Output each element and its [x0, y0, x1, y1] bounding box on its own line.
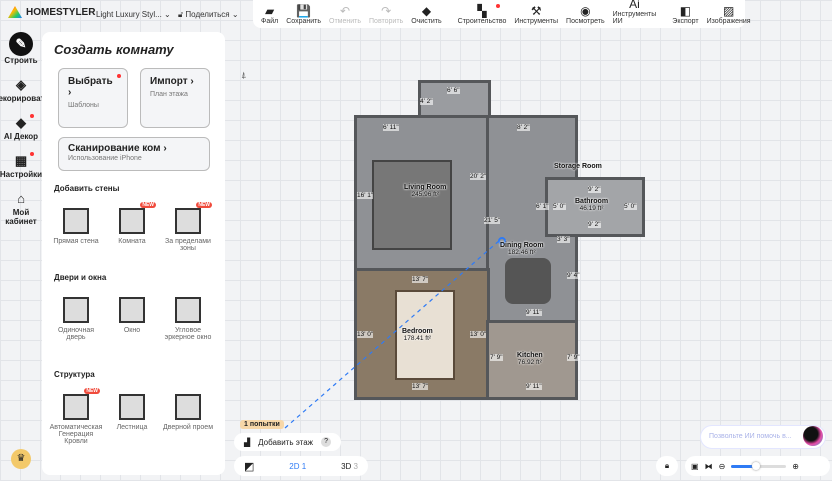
view-switcher: ◩ 2D 1 3D 3 [234, 456, 368, 476]
room-label: Bedroom 178.41 ft² [402, 328, 433, 342]
dimension-label: 13' 7" [412, 276, 429, 283]
camera-settings-icon[interactable]: ▣ [691, 462, 699, 471]
lock-icon: 🔒︎ [664, 461, 670, 470]
add-floor-button[interactable]: ▟ Добавить этаж? [234, 433, 342, 451]
dimension-label: 21' 5" [484, 217, 501, 224]
room-label: Storage Room [554, 163, 602, 170]
room-label: Kitchen 76.92 ft² [517, 352, 543, 366]
dimension-label: 9' 11" [526, 383, 542, 390]
fit-view-icon[interactable]: ⧓ [705, 462, 713, 471]
add-floor-icon: ▟ [244, 437, 251, 447]
dimension-label: 20' 2" [470, 173, 487, 180]
dimension-label: 9' 2" [588, 221, 601, 228]
attempts-badge: 1 попытки [240, 420, 284, 429]
view-3d-button[interactable]: 3D 3 [341, 462, 358, 471]
dimension-label: 16' 1" [357, 192, 374, 199]
dimension-label: 13' 0" [357, 331, 374, 338]
room-label: Bathroom 46.19 ft² [575, 198, 609, 212]
add-floor-label: Добавить этаж [258, 437, 314, 447]
dimension-label: 7' 9" [490, 354, 503, 361]
dimension-label: 3' 3" [557, 236, 570, 243]
dimension-label: 5' 0" [624, 203, 637, 210]
dimension-label: 6' 6" [447, 87, 460, 94]
dimension-label: 5' 0" [553, 203, 566, 210]
dimension-label: 9' 2" [588, 186, 601, 193]
dimension-label: 13' 0" [470, 331, 487, 338]
zoom-controls: ▣ ⧓ ⊖ ⊕ [685, 456, 830, 476]
dimension-label: 9' 4" [567, 272, 580, 279]
dimension-label: 13' 7" [412, 383, 429, 390]
dimension-label: 4' 2" [420, 98, 433, 105]
measure-line [284, 239, 501, 429]
room-label: Living Room 245.96 ft² [404, 184, 447, 198]
zoom-slider[interactable] [731, 461, 787, 470]
dimension-label: 8' 2" [517, 124, 530, 131]
zoom-slider-thumb[interactable] [752, 461, 761, 470]
lock-button[interactable]: 🔒︎ [656, 456, 678, 476]
zoom-in-icon[interactable]: ⊕ [792, 462, 799, 471]
dimension-label: 7' 9" [567, 354, 580, 361]
zoom-out-icon[interactable]: ⊖ [719, 462, 726, 471]
view-2d-button[interactable]: 2D 1 [289, 462, 306, 471]
floorplan-style-icon[interactable]: ◩ [244, 460, 254, 473]
ai-assistant-icon[interactable] [803, 426, 823, 446]
dimension-label: 9' 11" [526, 309, 542, 316]
dimension-label: 6' 1" [536, 203, 549, 210]
dimension-label: 6' 11" [383, 124, 399, 131]
ai-placeholder: Позвольте ИИ помочь в... [709, 433, 792, 440]
room-label: Dining Room 182.46 ft² [500, 242, 544, 256]
help-icon[interactable]: ? [321, 437, 332, 447]
